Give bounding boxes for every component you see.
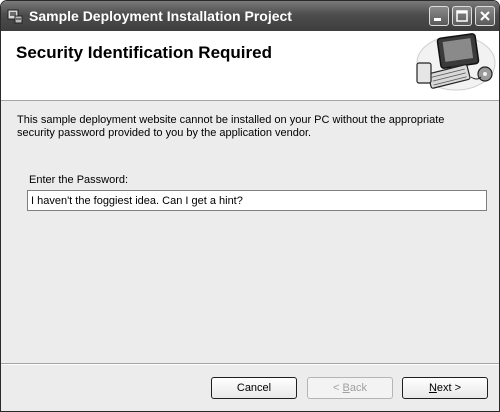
window-title: Sample Deployment Installation Project	[29, 8, 292, 24]
back-button-prefix: <	[333, 382, 343, 394]
description-text: This sample deployment website cannot be…	[17, 114, 445, 139]
password-label: Enter the Password:	[29, 174, 129, 186]
password-input[interactable]	[27, 190, 487, 211]
computer-setup-icon	[416, 33, 496, 91]
title-bar[interactable]: Sample Deployment Installation Project	[1, 1, 499, 31]
maximize-icon	[456, 10, 468, 22]
page-title: Security Identification Required	[16, 43, 272, 62]
minimize-button[interactable]	[429, 6, 449, 26]
cancel-button[interactable]: Cancel	[211, 377, 297, 399]
close-button[interactable]	[475, 6, 495, 26]
cancel-button-label: Cancel	[236, 382, 272, 394]
back-button-rest: ack	[349, 382, 367, 394]
wizard-header: Security Identification Required	[1, 31, 499, 101]
footer-divider	[1, 363, 499, 365]
maximize-button[interactable]	[452, 6, 472, 26]
minimize-icon	[434, 18, 441, 21]
back-button[interactable]: < Back	[307, 377, 393, 399]
installer-app-icon	[7, 8, 23, 24]
next-button-accelerator: N	[428, 382, 437, 394]
next-button-rest: ext >	[436, 382, 462, 394]
next-button[interactable]: Next >	[402, 377, 488, 399]
back-button-accelerator: B	[342, 382, 350, 394]
installer-window: Sample Deployment Installation Project S…	[0, 0, 500, 412]
close-icon	[480, 11, 490, 21]
